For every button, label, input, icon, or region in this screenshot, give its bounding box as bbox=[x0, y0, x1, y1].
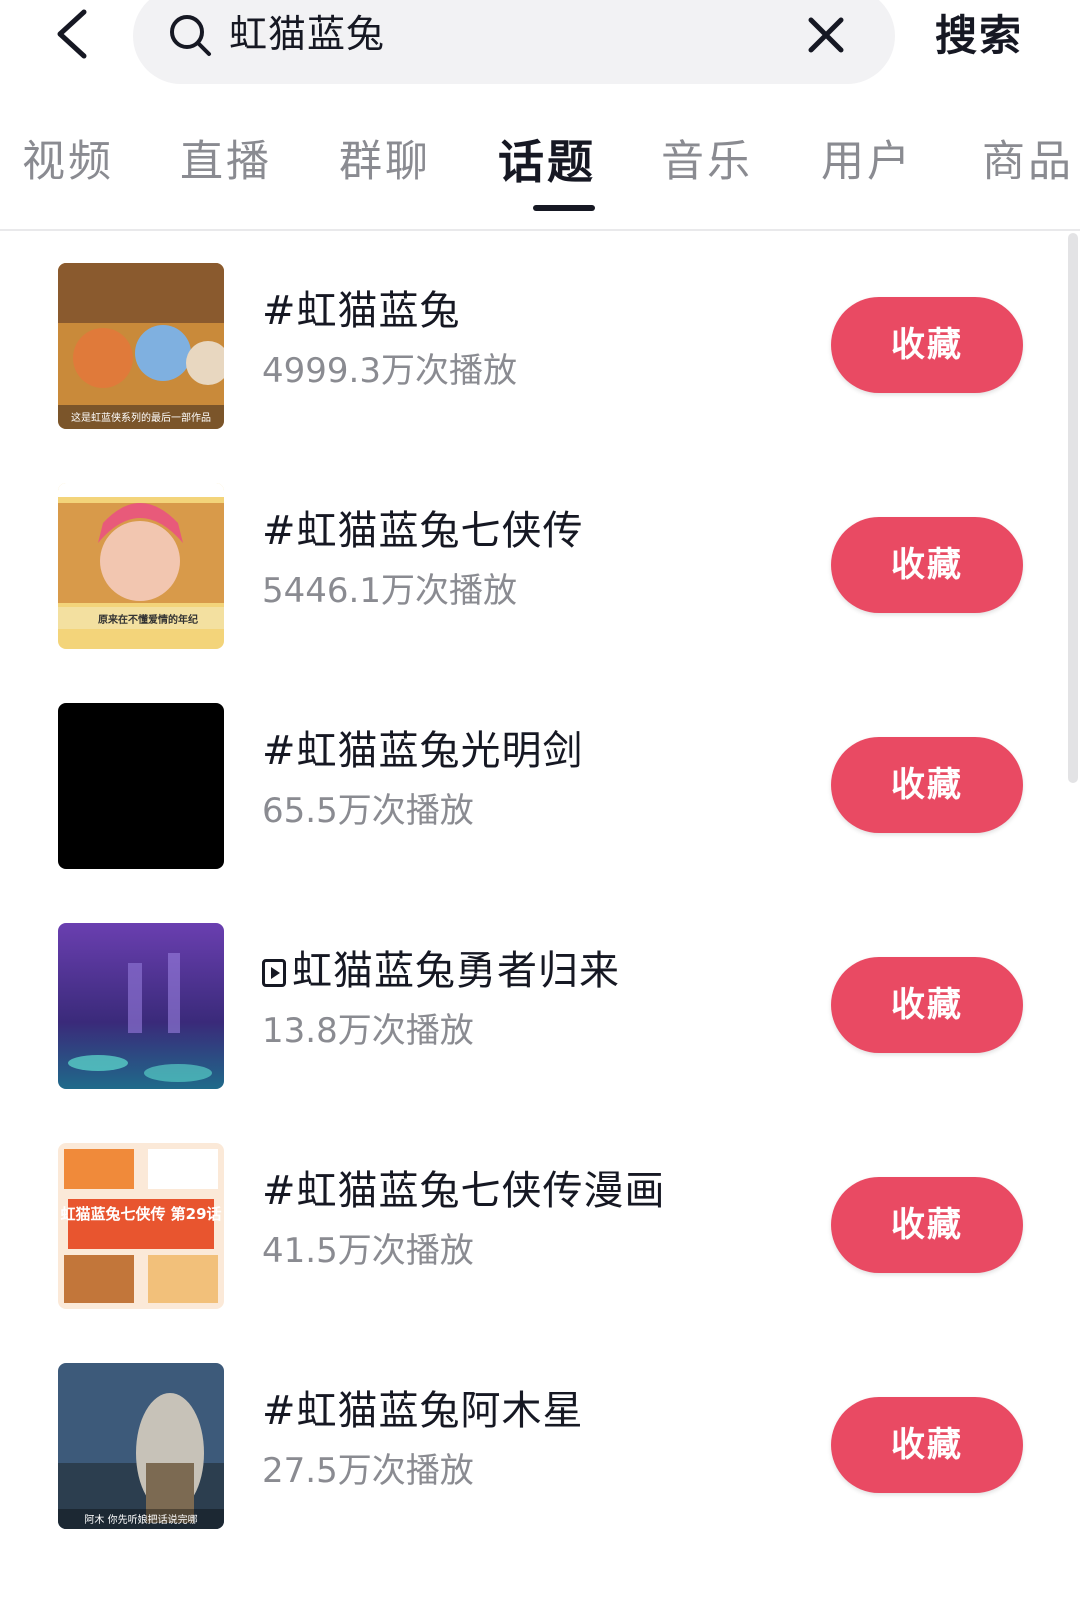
tab-video[interactable]: 视频 bbox=[22, 132, 114, 192]
favorite-button[interactable]: 收藏 bbox=[831, 1177, 1023, 1273]
clear-search-button[interactable] bbox=[799, 8, 853, 62]
tab-group-chat[interactable]: 群聊 bbox=[339, 132, 431, 192]
topic-thumbnail[interactable]: 原来在不懂爱情的年纪 bbox=[58, 483, 224, 649]
chevron-left-icon bbox=[57, 9, 87, 59]
topic-title[interactable]: #虹猫蓝兔七侠传 bbox=[262, 503, 584, 559]
topic-play-count: 13.8万次播放 bbox=[262, 1011, 474, 1051]
topic-title[interactable]: #虹猫蓝兔 bbox=[262, 283, 461, 339]
video-icon bbox=[262, 959, 286, 987]
thumb-caption: 阿木 你先听娘把话说完哪 bbox=[84, 1513, 197, 1526]
topic-title[interactable]: 虹猫蓝兔勇者归来 bbox=[262, 943, 620, 999]
thumb-caption: 虹猫蓝兔七侠传 第29话 bbox=[60, 1205, 221, 1223]
topic-thumbnail[interactable]: 虹猫蓝兔七侠传 第29话 bbox=[58, 1143, 224, 1309]
favorite-button[interactable]: 收藏 bbox=[831, 737, 1023, 833]
topic-row[interactable]: 虹猫蓝兔勇者归来 13.8万次播放 收藏 bbox=[0, 891, 1080, 1119]
search-input[interactable]: 虹猫蓝兔 bbox=[229, 4, 385, 64]
favorite-button[interactable]: 收藏 bbox=[831, 297, 1023, 393]
topic-row[interactable]: 这是虹蓝侠系列的最后一部作品 #虹猫蓝兔 4999.3万次播放 收藏 bbox=[0, 231, 1080, 459]
tab-music[interactable]: 音乐 bbox=[661, 132, 753, 192]
favorite-button[interactable]: 收藏 bbox=[831, 957, 1023, 1053]
topic-thumbnail[interactable] bbox=[58, 703, 224, 869]
topic-row[interactable]: 阿木 你先听娘把话说完哪 #虹猫蓝兔阿木星 27.5万次播放 收藏 bbox=[0, 1331, 1080, 1559]
topic-title[interactable]: #虹猫蓝兔阿木星 bbox=[262, 1383, 584, 1439]
search-icon bbox=[170, 15, 211, 56]
topic-title[interactable]: #虹猫蓝兔七侠传漫画 bbox=[262, 1163, 666, 1219]
topic-title[interactable]: #虹猫蓝兔光明剑 bbox=[262, 723, 584, 779]
topic-row[interactable]: 虹猫蓝兔七侠传 第29话 #虹猫蓝兔七侠传漫画 41.5万次播放 收藏 bbox=[0, 1111, 1080, 1339]
tab-topic[interactable]: 话题 bbox=[498, 132, 596, 192]
topic-play-count: 4999.3万次播放 bbox=[262, 351, 517, 391]
topic-thumbnail[interactable]: 阿木 你先听娘把话说完哪 bbox=[58, 1363, 224, 1529]
topic-play-count: 27.5万次播放 bbox=[262, 1451, 474, 1491]
tab-user[interactable]: 用户 bbox=[821, 132, 913, 192]
tab-live[interactable]: 直播 bbox=[180, 132, 272, 192]
topic-title-text: 虹猫蓝兔勇者归来 bbox=[292, 948, 620, 994]
thumb-caption: 原来在不懂爱情的年纪 bbox=[98, 613, 198, 626]
favorite-button[interactable]: 收藏 bbox=[831, 1397, 1023, 1493]
topic-play-count: 5446.1万次播放 bbox=[262, 571, 517, 611]
topic-play-count: 41.5万次播放 bbox=[262, 1231, 474, 1271]
tab-product[interactable]: 商品 bbox=[982, 132, 1074, 192]
topic-thumbnail[interactable] bbox=[58, 923, 224, 1089]
topic-thumbnail[interactable]: 这是虹蓝侠系列的最后一部作品 bbox=[58, 263, 224, 429]
topic-row[interactable]: #虹猫蓝兔光明剑 65.5万次播放 收藏 bbox=[0, 671, 1080, 899]
search-bar[interactable]: 虹猫蓝兔 bbox=[133, 0, 895, 84]
close-icon bbox=[808, 17, 844, 53]
active-tab-indicator bbox=[533, 205, 595, 211]
favorite-button[interactable]: 收藏 bbox=[831, 517, 1023, 613]
back-button[interactable] bbox=[48, 2, 104, 66]
search-submit-button[interactable]: 搜索 bbox=[935, 6, 1023, 66]
topic-play-count: 65.5万次播放 bbox=[262, 791, 474, 831]
topic-row[interactable]: 原来在不懂爱情的年纪 #虹猫蓝兔七侠传 5446.1万次播放 收藏 bbox=[0, 451, 1080, 679]
thumb-caption: 这是虹蓝侠系列的最后一部作品 bbox=[71, 411, 211, 424]
search-tab-bar: 视频 直播 群聊 话题 音乐 用户 商品 bbox=[0, 128, 1080, 230]
